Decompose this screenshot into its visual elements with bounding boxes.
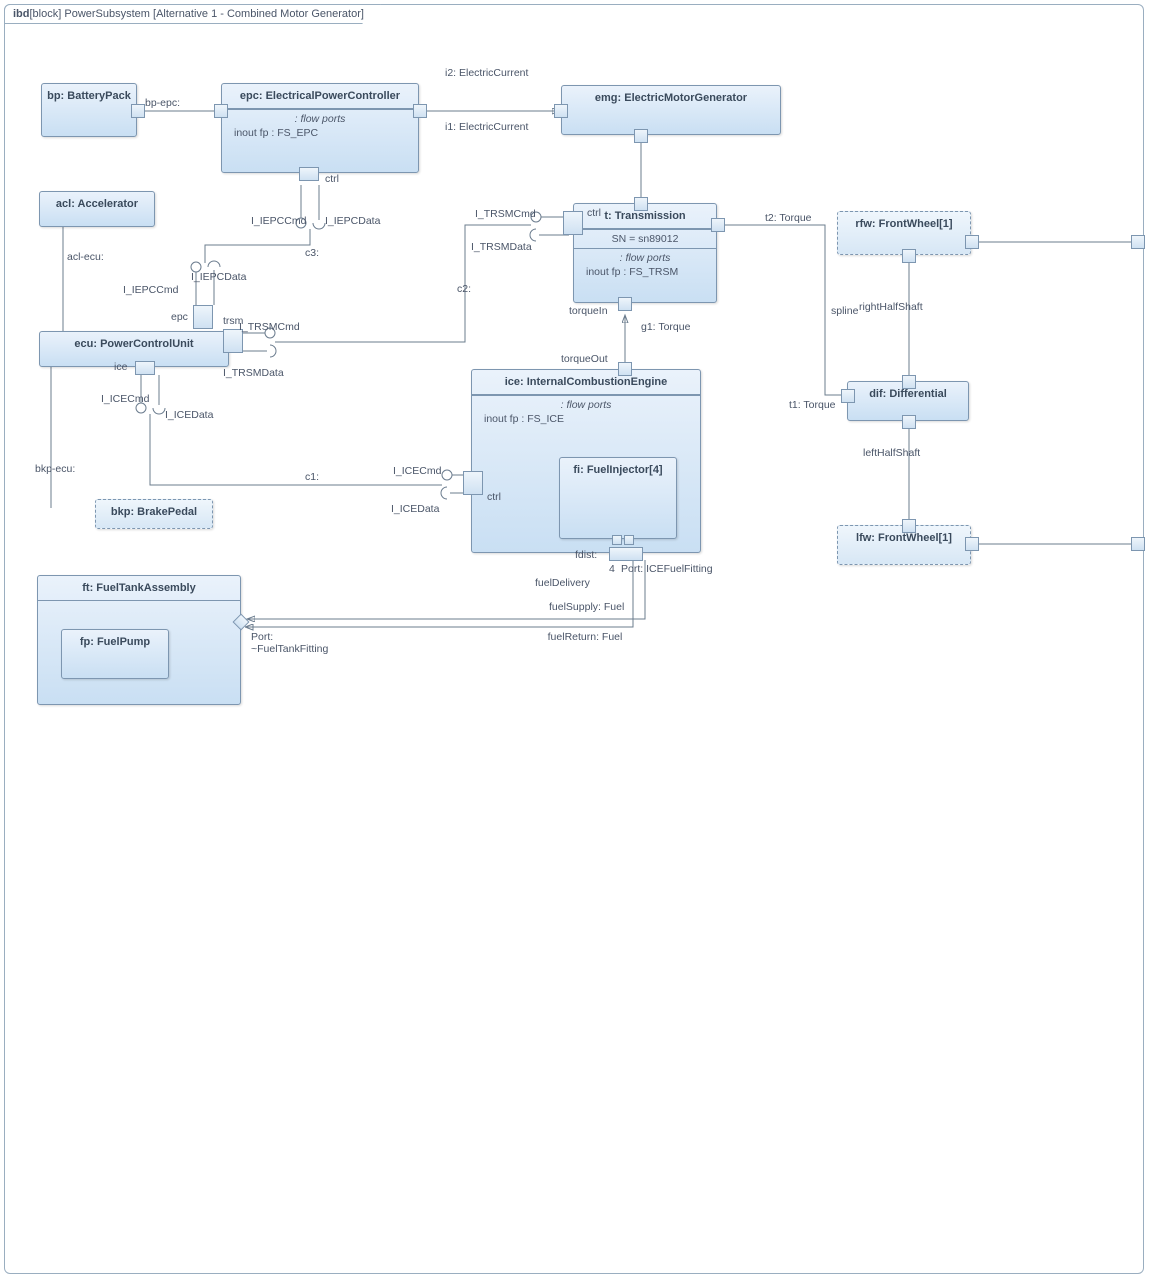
port-fi-1[interactable] bbox=[612, 535, 622, 545]
label-fuelreturn: fuelReturn: Fuel bbox=[545, 631, 625, 643]
port-rfw-right[interactable] bbox=[965, 235, 979, 249]
block-title: ice: InternalCombustionEngine bbox=[472, 370, 700, 395]
label-fdist: fdist: bbox=[575, 549, 597, 561]
label-bp-epc: bp-epc: bbox=[145, 97, 180, 109]
flowports-heading: : flow ports bbox=[478, 399, 694, 411]
label-ft-port: Port: ~FuelTankFitting bbox=[251, 631, 351, 655]
port-emg-left[interactable] bbox=[554, 104, 568, 118]
block-title: ft: FuelTankAssembly bbox=[38, 576, 240, 601]
label-ice-ctrl: ctrl bbox=[487, 491, 501, 503]
frame-label: ibd[block] PowerSubsystem [Alternative 1… bbox=[4, 4, 381, 24]
label-ice-data-u: I_ICEData bbox=[165, 409, 213, 421]
port-dif-top[interactable] bbox=[902, 375, 916, 389]
frame-kind: ibd bbox=[13, 8, 30, 20]
label-c1: c1: bbox=[305, 471, 319, 483]
label-ice-data-r: I_ICEData bbox=[391, 503, 439, 515]
flowport-line: inout fp : FS_TRSM bbox=[580, 266, 710, 278]
label-rhs: rightHalfShaft bbox=[859, 301, 923, 313]
port-t-right[interactable] bbox=[711, 218, 725, 232]
block-acl[interactable]: acl: Accelerator bbox=[39, 191, 155, 227]
block-bkp[interactable]: bkp: BrakePedal bbox=[95, 499, 213, 529]
port-rfw-bottom[interactable] bbox=[902, 249, 916, 263]
label-ecu-epc: epc bbox=[171, 311, 188, 323]
block-title: epc: ElectricalPowerController bbox=[222, 84, 418, 109]
label-i1: i1: ElectricCurrent bbox=[445, 121, 528, 133]
frame-name: PowerSubsystem bbox=[64, 8, 150, 20]
port-bp-right[interactable] bbox=[131, 104, 145, 118]
port-frame-right-1[interactable] bbox=[1131, 235, 1145, 249]
block-title: bp: BatteryPack bbox=[42, 84, 136, 108]
label-fuelsupply: fuelSupply: Fuel bbox=[549, 601, 624, 613]
label-ice-cmd-u: I_ICECmd bbox=[101, 393, 149, 405]
label-ice-cmd-r: I_ICECmd bbox=[393, 465, 441, 477]
flowport-line: inout fp : FS_ICE bbox=[478, 413, 694, 425]
frame-alt: [Alternative 1 - Combined Motor Generato… bbox=[153, 8, 364, 20]
label-bkp-ecu: bkp-ecu: bbox=[35, 463, 75, 475]
label-i2: i2: ElectricCurrent bbox=[445, 67, 528, 79]
label-trsm-data-r: I_TRSMData bbox=[471, 241, 532, 253]
port-ice-ctrl[interactable] bbox=[463, 471, 483, 495]
flowports-heading: : flow ports bbox=[580, 252, 710, 264]
block-title: emg: ElectricMotorGenerator bbox=[562, 86, 780, 110]
t-sn: SN = sn89012 bbox=[612, 233, 679, 245]
label-trsm-data-l: I_TRSMData bbox=[223, 367, 284, 379]
port-ecu-ice[interactable] bbox=[135, 361, 155, 375]
block-title: acl: Accelerator bbox=[40, 192, 154, 216]
block-epc[interactable]: epc: ElectricalPowerController : flow po… bbox=[221, 83, 419, 173]
label-t-torquein: torqueIn bbox=[569, 305, 608, 317]
port-t-torquein[interactable] bbox=[618, 297, 632, 311]
flowports-heading: : flow ports bbox=[228, 113, 412, 125]
label-ecu-ice: ice bbox=[114, 361, 127, 373]
block-fuelpump[interactable]: fp: FuelPump bbox=[61, 629, 169, 679]
ibd-frame: ibd[block] PowerSubsystem [Alternative 1… bbox=[4, 4, 1144, 1274]
label-c3: c3: bbox=[305, 247, 319, 259]
frame-kind-bracket: [block] bbox=[30, 8, 62, 20]
port-frame-right-2[interactable] bbox=[1131, 537, 1145, 551]
port-lfw-right[interactable] bbox=[965, 537, 979, 551]
label-trsm-cmd-r: I_TRSMCmd bbox=[475, 208, 536, 220]
flowport-line: inout fp : FS_EPC bbox=[228, 127, 412, 139]
block-fuelinjector[interactable]: fi: FuelInjector[4] bbox=[559, 457, 677, 539]
block-title: ecu: PowerControlUnit bbox=[40, 332, 228, 356]
label-iepc-cmd-u: I_IEPCCmd bbox=[123, 284, 178, 296]
port-epc-left[interactable] bbox=[214, 104, 228, 118]
port-fi-2[interactable] bbox=[624, 535, 634, 545]
label-iepc-data-u: I_IEPCData bbox=[191, 271, 246, 283]
block-title: rfw: FrontWheel[1] bbox=[838, 212, 970, 236]
port-epc-right[interactable] bbox=[413, 104, 427, 118]
port-dif-left[interactable] bbox=[841, 389, 855, 403]
label-t2: t2: Torque bbox=[765, 212, 812, 224]
label-fueldelivery: fuelDelivery bbox=[535, 577, 590, 589]
port-ice-fuel[interactable] bbox=[609, 547, 643, 561]
label-iepc-cmd-d: I_IEPCCmd bbox=[251, 215, 306, 227]
label-c2: c2: bbox=[457, 283, 471, 295]
port-dif-bottom[interactable] bbox=[902, 415, 916, 429]
label-t-ctrl: ctrl bbox=[587, 207, 601, 219]
label-ice-torqueout: torqueOut bbox=[561, 353, 608, 365]
port-ice-torqueout[interactable] bbox=[618, 362, 632, 376]
port-lfw-top[interactable] bbox=[902, 519, 916, 533]
block-emg[interactable]: emg: ElectricMotorGenerator bbox=[561, 85, 781, 135]
label-spline: spline bbox=[831, 305, 858, 317]
label-ice-port: Port: ICEFuelFitting bbox=[621, 563, 713, 575]
label-epc-ctrl: ctrl bbox=[325, 173, 339, 185]
block-title: fi: FuelInjector[4] bbox=[560, 458, 676, 482]
port-t-ctrl[interactable] bbox=[563, 211, 583, 235]
block-ecu[interactable]: ecu: PowerControlUnit bbox=[39, 331, 229, 367]
block-title: bkp: BrakePedal bbox=[96, 500, 212, 524]
label-iepc-data-d: I_IEPCData bbox=[325, 215, 380, 227]
label-acl-ecu: acl-ecu: bbox=[67, 251, 104, 263]
port-t-top[interactable] bbox=[634, 197, 648, 211]
label-ice-mult: 4 bbox=[609, 563, 615, 575]
port-ecu-epc[interactable] bbox=[193, 305, 213, 329]
label-trsm-cmd-l: I_TRSMCmd bbox=[239, 321, 300, 333]
block-batterypack[interactable]: bp: BatteryPack bbox=[41, 83, 137, 137]
label-g1: g1: Torque bbox=[641, 321, 690, 333]
port-emg-bottom[interactable] bbox=[634, 129, 648, 143]
port-epc-ctrl[interactable] bbox=[299, 167, 319, 181]
label-lhs: leftHalfShaft bbox=[863, 447, 920, 459]
label-t1: t1: Torque bbox=[789, 399, 836, 411]
block-title: fp: FuelPump bbox=[62, 630, 168, 654]
